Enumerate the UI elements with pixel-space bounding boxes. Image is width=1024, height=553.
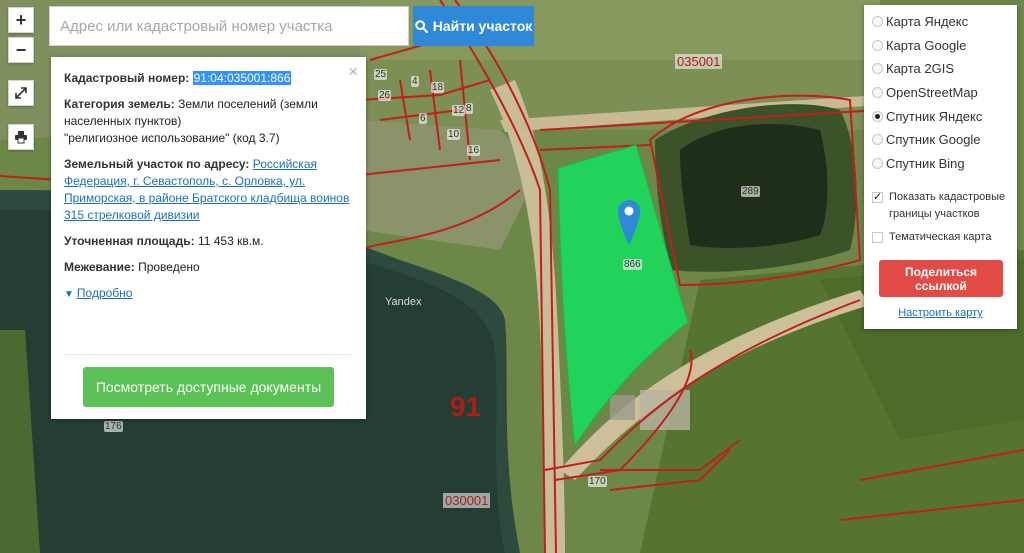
search-icon [415,19,428,33]
plot-number-small: 16 [467,145,481,156]
thematic-map-option[interactable]: Тематическая карта [872,229,991,246]
show-boundaries-option[interactable]: ✓ Показать кадастровые границы участков [872,189,1010,223]
checkbox[interactable] [872,232,883,243]
layer-label: Карта 2GIS [886,60,955,76]
radio-button[interactable] [872,39,883,51]
layer-option-google-satellite[interactable]: Спутник Google [872,129,981,149]
plot-number-176: 176 [104,421,123,432]
radio-button-selected[interactable] [872,110,883,122]
survey-label: Межевание: [64,260,135,274]
plus-icon: + [15,9,27,30]
print-button[interactable] [8,124,34,150]
fullscreen-button[interactable] [8,80,34,106]
layer-option-yandex-satellite[interactable]: Спутник Яндекс [872,106,982,126]
area-row: Уточненная площадь: 11 453 кв.м. [64,233,352,250]
quarter-label-top: 035001 [675,54,723,69]
survey-row: Межевание: Проведено [64,259,352,276]
zoom-out-button[interactable]: − [8,37,34,63]
layer-option-yandex-map[interactable]: Карта Яндекс [872,11,968,31]
fullscreen-icon [14,86,28,100]
plot-info-panel: × Кадастровый номер: 91:04:035001:866 Ка… [51,57,366,419]
details-link[interactable]: Подробно [77,285,133,302]
layer-option-google-map[interactable]: Карта Google [872,35,966,55]
land-category-row: Категория земель: Земли поселений (земли… [64,96,352,147]
plot-number-small: 8 [465,103,473,114]
minus-icon: − [15,39,27,60]
cadastral-number-value[interactable]: 91:04:035001:866 [192,71,292,85]
radio-button[interactable] [872,157,883,169]
layer-label: Спутник Яндекс [886,108,983,124]
layer-option-2gis-map[interactable]: Карта 2GIS [872,58,954,78]
thematic-map-label: Тематическая карта [889,231,992,243]
layer-option-bing-satellite[interactable]: Спутник Bing [872,153,965,173]
configure-map-link[interactable]: Настроить карту [864,307,1017,319]
radio-button[interactable] [872,15,883,27]
radio-button[interactable] [872,86,883,98]
address-label: Земельный участок по адресу: [64,157,250,171]
plot-number-small: 25 [374,69,388,80]
zoom-in-button[interactable]: + [8,7,34,33]
layer-label: Карта Google [886,37,967,53]
plot-number-small: 12 [452,105,466,116]
layer-label: Карта Яндекс [886,13,969,29]
plot-number-289: 289 [741,186,760,197]
plot-number-small: 4 [411,76,419,87]
map-layers-panel: Карта Яндекс Карта Google Карта 2GIS Ope… [864,5,1017,329]
plot-number-small: 18 [431,82,445,93]
map-watermark: Yandex [385,296,422,308]
plot-number-small: 10 [447,129,461,140]
checkbox-checked[interactable]: ✓ [872,192,883,203]
share-link-button[interactable]: Поделиться ссылкой [879,260,1003,297]
find-plot-button[interactable]: Найти участок [413,6,534,46]
address-row: Земельный участок по адресу: Российская … [64,156,352,224]
area-label: Уточненная площадь: [64,234,195,248]
layer-label: Спутник Bing [886,155,965,171]
quarter-label-bottom: 030001 [443,493,491,508]
plot-number-selected: 866 [623,259,642,270]
survey-value: Проведено [138,260,200,274]
layer-label: Спутник Google [886,131,981,147]
more-row: ▼ Подробно [64,285,352,303]
panel-divider [64,354,353,355]
close-icon[interactable]: × [348,63,358,80]
find-plot-button-label: Найти участок [432,18,533,34]
land-category-label: Категория земель: [64,97,175,111]
area-value: 11 453 кв.м. [197,234,264,248]
cadastral-number-row: Кадастровый номер: 91:04:035001:866 [64,70,352,87]
land-usage-value: "религиозное использование" (код 3.7) [64,131,280,145]
region-number: 91 [450,391,482,422]
plot-number-small: 6 [419,113,427,124]
layer-option-openstreetmap[interactable]: OpenStreetMap [872,82,978,102]
plot-number-small: 26 [378,90,392,101]
search-input[interactable] [49,6,409,46]
layer-label: OpenStreetMap [886,84,978,100]
triangle-down-icon: ▼ [64,289,74,300]
map-marker-icon[interactable] [617,199,641,245]
show-boundaries-label: Показать кадастровые границы участков [889,191,1006,220]
radio-button[interactable] [872,62,883,74]
view-documents-button[interactable]: Посмотреть доступные документы [83,367,334,407]
radio-button[interactable] [872,133,883,145]
cadastral-number-label: Кадастровый номер: [64,71,190,85]
plot-number-170: 170 [588,476,607,487]
printer-icon [14,130,28,144]
